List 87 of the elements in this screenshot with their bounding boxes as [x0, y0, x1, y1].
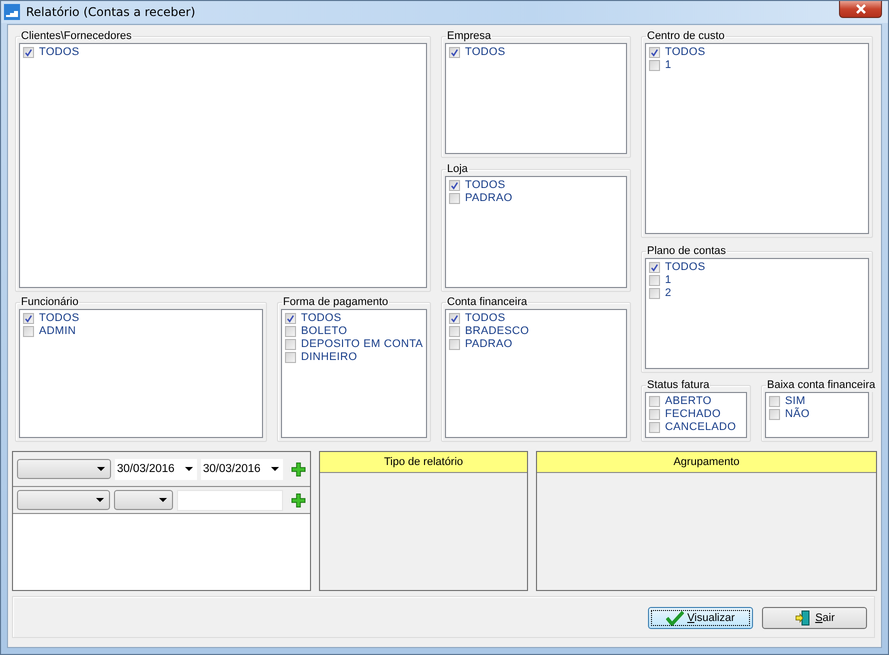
checkbox[interactable] [449, 313, 460, 324]
item-label[interactable]: ADMIN [39, 325, 76, 338]
check-icon [450, 47, 459, 58]
item-label[interactable]: TODOS [39, 46, 80, 59]
dropdown[interactable] [17, 490, 110, 510]
check-icon [650, 262, 659, 273]
panel-header: Agrupamento [537, 452, 876, 473]
caret-icon [97, 467, 105, 471]
item-label[interactable]: DEPOSITO EM CONTA [301, 338, 424, 351]
checkbox[interactable] [23, 47, 34, 58]
group-label: Forma de pagamento [282, 296, 390, 309]
group-label: Clientes\Fornecedores [20, 30, 133, 43]
item-label[interactable]: FECHADO [665, 408, 721, 421]
item-label[interactable]: TODOS [665, 46, 706, 59]
item-label[interactable]: PADRAO [465, 192, 512, 205]
check-icon [666, 610, 684, 626]
item-label[interactable]: PADRAO [465, 338, 512, 351]
group-label: Plano de contas [646, 245, 727, 258]
checkbox[interactable] [449, 193, 460, 204]
plus-icon[interactable] [291, 492, 306, 508]
checkbox[interactable] [649, 288, 660, 299]
check-icon [450, 180, 459, 191]
item-label[interactable]: TODOS [39, 312, 80, 325]
caret-icon [96, 498, 104, 502]
checkbox[interactable] [23, 313, 34, 324]
close-icon [854, 4, 866, 14]
group-label: Funcionário [20, 296, 80, 309]
date-field[interactable]: 30/03/2016 [115, 458, 197, 480]
dropdown[interactable] [17, 459, 111, 479]
checkbox[interactable] [649, 47, 660, 58]
group-label: Empresa [446, 30, 492, 43]
plus-icon[interactable] [291, 462, 306, 476]
group-label: Loja [446, 163, 469, 176]
item-label[interactable]: 1 [665, 59, 672, 72]
checkbox[interactable] [449, 326, 460, 337]
checkbox[interactable] [649, 396, 660, 407]
item-label[interactable]: 2 [665, 287, 672, 300]
input-field[interactable] [177, 490, 284, 510]
close-button[interactable] [839, 1, 882, 18]
item-label[interactable]: DINHEIRO [301, 351, 358, 364]
checkbox[interactable] [649, 262, 660, 273]
date-field[interactable]: 30/03/2016 [201, 458, 283, 480]
checkbox[interactable] [449, 339, 460, 350]
dropdown[interactable] [114, 490, 174, 510]
item-label[interactable]: TODOS [301, 312, 342, 325]
checkbox[interactable] [285, 326, 296, 337]
caret-icon [185, 467, 193, 471]
item-label[interactable]: NÃO [785, 408, 810, 421]
checkbox[interactable] [285, 313, 296, 324]
window-title: Relatório (Contas a receber) [26, 5, 196, 19]
item-label[interactable]: BOLETO [301, 325, 348, 338]
item-label[interactable]: 1 [665, 274, 672, 287]
app-icon [4, 4, 20, 20]
caret-icon [159, 498, 168, 502]
panel-header: Tipo de relatório [320, 452, 527, 473]
item-label[interactable]: CANCELADO [665, 421, 736, 434]
checkbox[interactable] [649, 60, 660, 71]
door-icon [794, 610, 812, 626]
checkbox[interactable] [285, 339, 296, 350]
checkbox[interactable] [23, 326, 34, 337]
item-label[interactable]: TODOS [665, 261, 706, 274]
group-label: Status fatura [646, 379, 710, 392]
item-label[interactable]: TODOS [465, 46, 506, 59]
check-icon [450, 313, 459, 324]
check-icon [24, 47, 33, 58]
checkbox[interactable] [769, 396, 780, 407]
group-label: Conta financeira [446, 296, 528, 309]
item-label[interactable]: TODOS [465, 179, 506, 192]
checkbox[interactable] [449, 180, 460, 191]
check-icon [650, 47, 659, 58]
checkbox[interactable] [649, 275, 660, 286]
item-label[interactable]: BRADESCO [465, 325, 530, 338]
dialog-button[interactable]: Visualizar [648, 607, 753, 629]
group-label: Baixa conta financeira [766, 379, 876, 392]
item-label[interactable]: TODOS [465, 312, 506, 325]
check-icon [24, 313, 33, 324]
check-icon [286, 313, 295, 324]
caret-icon [271, 467, 279, 471]
checkbox[interactable] [649, 422, 660, 433]
item-label[interactable]: SIM [785, 395, 806, 408]
item-label[interactable]: ABERTO [665, 395, 712, 408]
dialog-button[interactable]: Sair [762, 607, 867, 629]
checkbox[interactable] [285, 352, 296, 363]
group-label: Centro de custo [646, 30, 726, 43]
checkbox[interactable] [649, 409, 660, 420]
checkbox[interactable] [449, 47, 460, 58]
checkbox[interactable] [769, 409, 780, 420]
